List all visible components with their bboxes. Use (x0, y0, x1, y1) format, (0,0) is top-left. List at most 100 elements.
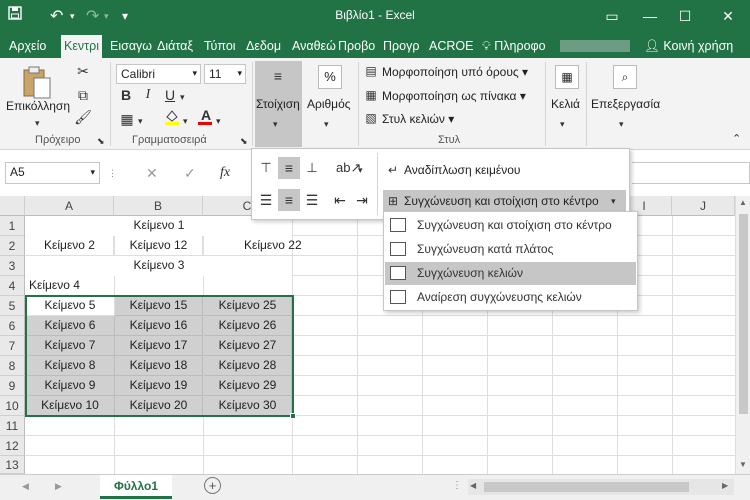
row-header[interactable]: 7 (0, 336, 25, 356)
menu-item-merge-center[interactable]: Συγχώνευση και στοίχιση στο κέντρο (385, 214, 636, 237)
row-header[interactable]: 4 (0, 276, 25, 296)
tab-formulas[interactable]: Τύποι (201, 35, 239, 58)
cell-c6[interactable]: Κείμενο 26 (204, 316, 292, 336)
paste-dropdown-icon[interactable]: ▾ (35, 114, 40, 132)
cell-b9[interactable]: Κείμενο 19 (115, 376, 203, 396)
cell-b2[interactable]: Κείμενο 12 (115, 236, 203, 256)
cut-icon[interactable]: ✂ (74, 62, 92, 80)
restore-button[interactable]: ☐ (667, 4, 703, 28)
middle-align-button[interactable]: ≡ (278, 157, 300, 179)
next-sheet-icon[interactable]: ▶ (55, 481, 62, 492)
select-all-corner[interactable] (0, 196, 25, 216)
cell-a8[interactable]: Κείμενο 8 (26, 356, 115, 376)
minimize-button[interactable]: — (632, 4, 668, 28)
row-header[interactable]: 10 (0, 396, 25, 416)
row-header[interactable]: 3 (0, 256, 25, 276)
cell-c8[interactable]: Κείμενο 28 (204, 356, 292, 376)
fill-color-dropdown-icon[interactable]: ▾ (183, 112, 188, 130)
orientation-dropdown-icon[interactable]: ▾ (358, 161, 363, 179)
column-header[interactable]: B (114, 196, 203, 216)
menu-item-merge-cells[interactable]: Συγχώνευση κελιών (385, 262, 636, 285)
add-sheet-icon[interactable]: + (204, 477, 221, 494)
column-header[interactable]: A (25, 196, 114, 216)
column-header[interactable]: J (672, 196, 735, 216)
cell-merged-a3-c3[interactable]: Κείμενο 3 (26, 256, 292, 276)
number-button[interactable]: % Αριθμός ▾ (306, 61, 354, 147)
insert-function-icon[interactable]: fx (220, 164, 230, 182)
close-button[interactable]: ✕ (710, 4, 746, 28)
tab-insert[interactable]: Εισαγω (107, 35, 155, 58)
tab-layout[interactable]: Διάταξ (154, 35, 196, 58)
decrease-indent-icon[interactable]: ⇤ (330, 191, 350, 209)
cell-styles-button[interactable]: Στυλ κελιών ▾ (382, 112, 454, 126)
fill-color-icon[interactable] (162, 108, 182, 130)
paste-icon[interactable] (20, 64, 54, 100)
tab-review[interactable]: Αναθεώ (289, 35, 339, 58)
underline-dropdown-icon[interactable]: ▾ (180, 88, 185, 106)
collapse-ribbon-icon[interactable]: ⌃ (732, 130, 741, 148)
format-painter-icon[interactable]: 🖌︎ (74, 108, 92, 126)
format-as-table-button[interactable]: Μορφοποίηση ως πίνακα ▾ (382, 89, 526, 103)
scroll-down-icon[interactable]: ▼ (739, 460, 747, 469)
align-left-icon[interactable]: ☰ (256, 191, 276, 209)
font-color-dropdown-icon[interactable]: ▾ (216, 112, 221, 130)
row-header[interactable]: 9 (0, 376, 25, 396)
cell-b5[interactable]: Κείμενο 15 (115, 296, 203, 316)
tab-view[interactable]: Προβο (335, 35, 378, 58)
borders-icon[interactable]: ▦ (118, 110, 136, 128)
menu-item-unmerge-cells[interactable]: Αναίρεση συγχώνευσης κελιών (385, 286, 636, 309)
cell-a10[interactable]: Κείμενο 10 (26, 396, 115, 416)
cell-b10[interactable]: Κείμενο 20 (115, 396, 203, 416)
tab-file[interactable]: Αρχείο (6, 35, 49, 58)
cell-c5[interactable]: Κείμενο 25 (204, 296, 292, 316)
font-size-combo[interactable]: 11 ▾ (204, 64, 246, 84)
cell-a2[interactable]: Κείμενο 2 (26, 236, 114, 256)
cell-c2[interactable]: Κείμενο 22 (204, 236, 302, 256)
scroll-right-icon[interactable]: ▶ (722, 481, 728, 490)
increase-indent-icon[interactable]: ⇥ (352, 191, 372, 209)
share-button[interactable]: 👤︎ Κοινή χρήση (641, 35, 736, 58)
wrap-text-button[interactable]: Αναδίπλωση κειμένου (404, 163, 520, 177)
row-header[interactable]: 8 (0, 356, 25, 376)
orientation-icon[interactable]: ab↗ (336, 159, 361, 177)
cell-a9[interactable]: Κείμενο 9 (26, 376, 115, 396)
row-header[interactable]: 13 (0, 456, 25, 474)
name-box[interactable]: A5 ▾ (5, 162, 100, 184)
tab-split-grip-icon[interactable]: ⋮ (452, 480, 462, 491)
clipboard-launcher-icon[interactable]: ⬊ (97, 132, 105, 150)
cell-c9[interactable]: Κείμενο 29 (204, 376, 292, 396)
underline-icon[interactable]: U (162, 86, 178, 104)
fill-handle[interactable] (290, 413, 296, 419)
row-header[interactable]: 1 (0, 216, 25, 236)
cell-a7[interactable]: Κείμενο 7 (26, 336, 115, 356)
cell-b8[interactable]: Κείμενο 18 (115, 356, 203, 376)
cell-a6[interactable]: Κείμενο 6 (26, 316, 115, 336)
row-header[interactable]: 5 (0, 296, 25, 316)
copy-icon[interactable]: ⧉ (74, 86, 92, 104)
paste-button[interactable]: Επικόλληση (6, 99, 70, 113)
font-launcher-icon[interactable]: ⬊ (240, 132, 248, 150)
row-header[interactable]: 12 (0, 436, 25, 456)
row-header[interactable]: 2 (0, 236, 25, 256)
vertical-scrollbar[interactable]: ▲ ▼ (735, 196, 750, 474)
formula-input[interactable] (632, 162, 750, 184)
scroll-left-icon[interactable]: ◀ (470, 481, 476, 490)
hscroll-thumb[interactable] (484, 482, 689, 492)
row-header[interactable]: 6 (0, 316, 25, 336)
font-name-combo[interactable]: Calibri ▾ (116, 64, 201, 84)
cell-c10[interactable]: Κείμενο 30 (204, 396, 292, 416)
bottom-align-icon[interactable]: ⊥ (302, 159, 322, 177)
tell-me-search[interactable]: 💡︎ Πληροφο (479, 35, 549, 58)
horizontal-scrollbar[interactable]: ◀ ▶ (468, 479, 734, 495)
bold-icon[interactable]: B (118, 86, 134, 104)
menu-item-merge-across[interactable]: Συγχώνευση κατά πλάτος (385, 238, 636, 261)
top-align-icon[interactable]: ⊤ (256, 159, 276, 177)
row-header[interactable]: 11 (0, 416, 25, 436)
alignment-button[interactable]: ≡ Στοίχιση ▾ (255, 61, 302, 147)
sheet-tab-active[interactable]: Φύλλο1 (100, 475, 172, 499)
italic-icon[interactable]: I (140, 86, 156, 104)
previous-sheet-icon[interactable]: ◀ (22, 481, 29, 492)
tab-developer[interactable]: Προγρ (380, 35, 422, 58)
tab-acroe[interactable]: ACROE (426, 35, 476, 58)
align-center-button[interactable]: ≡ (278, 189, 300, 211)
